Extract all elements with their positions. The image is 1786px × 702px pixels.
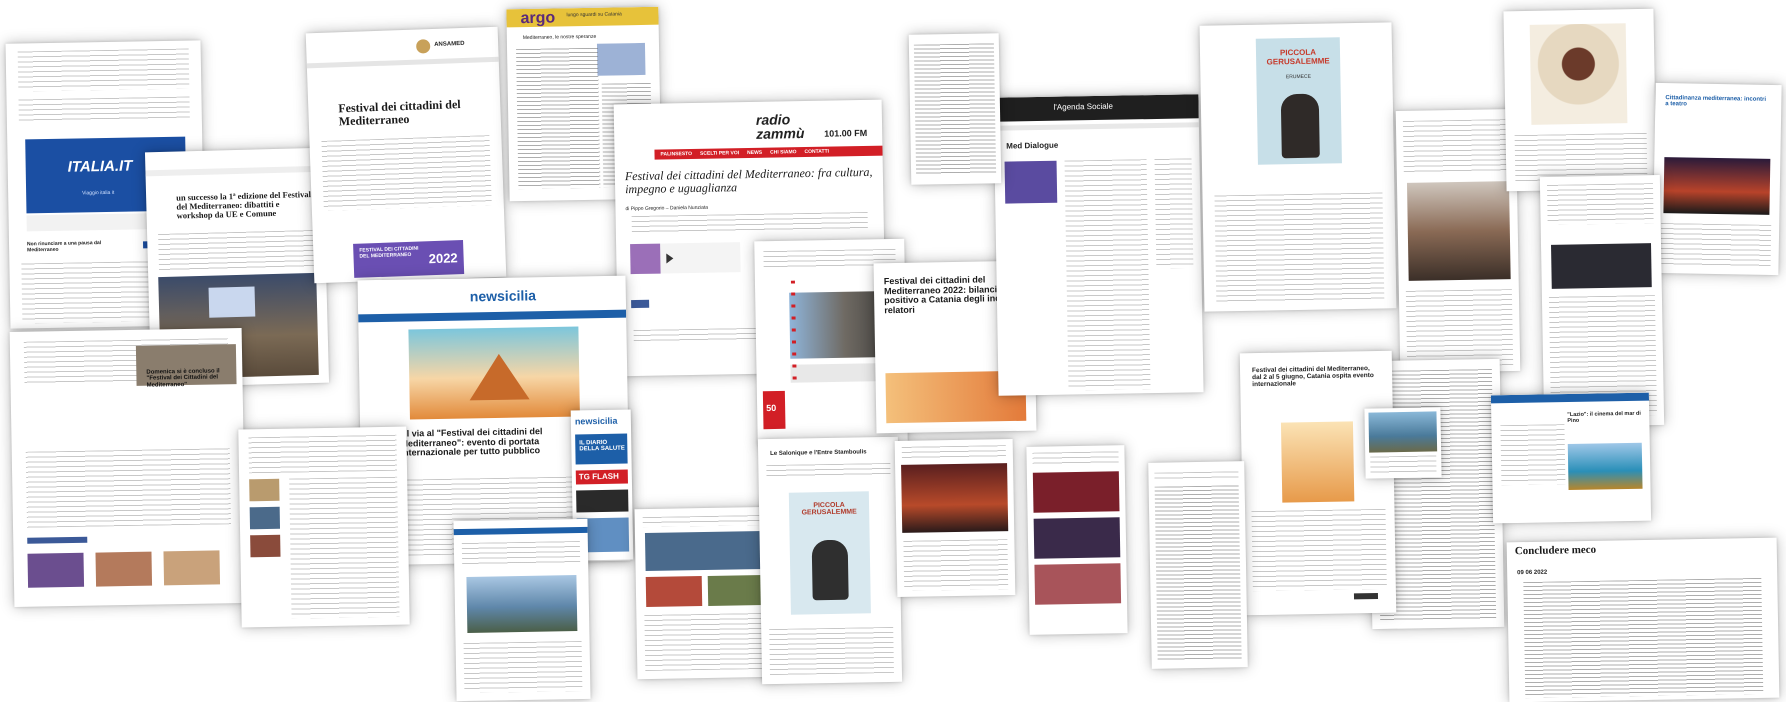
argo-title: Mediterraneo, le nostre speranze bbox=[522, 33, 597, 42]
share-row[interactable] bbox=[27, 536, 88, 544]
ansamed-nav[interactable] bbox=[306, 56, 499, 69]
card-sea-photo[interactable] bbox=[1364, 407, 1442, 479]
nav-chi-siamo[interactable]: CHI SIAMO bbox=[770, 149, 796, 155]
read-more-button[interactable] bbox=[1353, 592, 1379, 600]
card-cittadinanza[interactable]: Cittadinanza mediterranea: incontri a te… bbox=[1652, 82, 1782, 276]
concludere-date: 09 06 2022 bbox=[1517, 569, 1548, 577]
headline: un successo la 1ª edizione del Festival … bbox=[176, 189, 312, 221]
card-ansamed[interactable]: ANSAMED Festival dei cittadini del Medit… bbox=[305, 26, 507, 284]
card-agenda-sociale[interactable]: l'Agenda Sociale Med Dialogue bbox=[993, 94, 1204, 396]
agenda-brand: l'Agenda Sociale bbox=[1053, 101, 1114, 112]
card-portrait[interactable] bbox=[1395, 108, 1521, 374]
drawing-image bbox=[1529, 23, 1628, 125]
card-concert[interactable] bbox=[894, 438, 1016, 598]
radio-byline: di Pippo Gregorio – Daniela Nunziata bbox=[625, 204, 709, 213]
cittadinanza-headline: Cittadinanza mediterranea: incontri a te… bbox=[1665, 95, 1767, 108]
card-sicilia-bay[interactable] bbox=[453, 518, 591, 702]
agenda-nav[interactable] bbox=[993, 122, 1199, 131]
boat-photo bbox=[1567, 442, 1643, 491]
italia-logo: ITALIA.IT bbox=[67, 157, 133, 176]
thumb-2[interactable] bbox=[95, 551, 153, 587]
catania-headline: Festival dei cittadini del Mediterraneo,… bbox=[1251, 365, 1374, 389]
thumb-1[interactable] bbox=[27, 552, 85, 588]
newsicilia-nav[interactable] bbox=[358, 309, 627, 323]
book-cover-top: PICCOLA GERUSALEMME ERUMECE bbox=[1255, 37, 1342, 165]
card-arabic-grid[interactable] bbox=[634, 506, 776, 680]
card-lazio-cinema[interactable]: "Lazio": il cinema del mar di Pino bbox=[1490, 392, 1652, 524]
nav-palinsesto[interactable]: PALINSESTO bbox=[660, 151, 692, 158]
thumb-a[interactable] bbox=[249, 478, 280, 502]
newsicilia-logo: newsicilia bbox=[469, 287, 537, 305]
salonique-headline: Le Salonique e l'Entre Stamboulis bbox=[770, 449, 867, 458]
agenda-title: Med Dialogue bbox=[1006, 140, 1059, 151]
ansamed-headline: Festival dei cittadini del Mediterraneo bbox=[338, 97, 461, 129]
tg-flash[interactable]: TG FLASH bbox=[579, 472, 619, 482]
book-cover: PICCOLA GERUSALEMME bbox=[788, 491, 871, 615]
argo-logo: argo bbox=[520, 9, 556, 28]
poster-year: 2022 bbox=[428, 250, 458, 267]
radio-headline: Festival dei cittadini del Mediterraneo:… bbox=[624, 164, 873, 197]
nav-strip bbox=[145, 165, 324, 177]
card-concludere[interactable]: Concludere meco 09 06 2022 bbox=[1506, 537, 1780, 702]
argo-tag: lungo sguardi su Catania bbox=[566, 11, 622, 19]
news-photo bbox=[644, 530, 764, 572]
zammu-logo: zammù bbox=[756, 125, 805, 142]
audio-player[interactable] bbox=[630, 242, 741, 275]
man-portrait bbox=[1406, 181, 1511, 281]
podcast-cover bbox=[630, 243, 661, 275]
concludere-headline: Concludere meco bbox=[1514, 543, 1597, 558]
card-catania-live[interactable]: Festival dei cittadini del Mediterraneo,… bbox=[1239, 350, 1397, 616]
nav-contatti[interactable]: CONTATTI bbox=[804, 149, 829, 155]
theatre-photo bbox=[1663, 157, 1771, 215]
play-icon[interactable] bbox=[666, 253, 674, 264]
italia-lead: Non rinunciare a una pausa dal Mediterra… bbox=[26, 240, 102, 254]
nav-news[interactable]: NEWS bbox=[747, 150, 762, 156]
card-text-column[interactable] bbox=[238, 426, 410, 628]
lazio-nav[interactable] bbox=[1490, 392, 1650, 404]
book-top-author: ERUMECE bbox=[1285, 73, 1311, 81]
card-right-column[interactable] bbox=[1539, 174, 1665, 428]
collage-canvas: { "cards": { "italia": {"logo": "ITALIA.… bbox=[0, 0, 1786, 702]
ansamed-poster: FESTIVAL DEI CITTADINI DEL MEDITERRANEO … bbox=[353, 240, 465, 278]
thumb-3[interactable] bbox=[163, 550, 221, 586]
social-icons[interactable] bbox=[631, 299, 650, 309]
ansamed-brand: ANSAMED bbox=[434, 40, 465, 48]
card-stage[interactable] bbox=[1026, 445, 1128, 635]
card-top-text[interactable] bbox=[908, 33, 1002, 185]
lazio-headline: "Lazio": il cinema del mar di Pino bbox=[1567, 410, 1641, 425]
argo-illustration bbox=[596, 42, 646, 76]
book-title: PICCOLA GERUSALEMME bbox=[801, 501, 857, 517]
poster-title: FESTIVAL DEI CITTADINI DEL MEDITERRANEO bbox=[359, 245, 419, 260]
badge-value: 50 bbox=[766, 402, 777, 414]
card-book-review[interactable]: PICCOLA GERUSALEMME ERUMECE bbox=[1199, 22, 1397, 312]
volcano-illustration bbox=[408, 326, 580, 420]
card-festival-concluso[interactable]: Domenica si è concluso il "Festival dei … bbox=[9, 327, 247, 608]
card-salonique[interactable]: Le Salonique e l'Entre Stamboulis PICCOL… bbox=[757, 436, 903, 685]
headline: Domenica si è concluso il "Festival dei … bbox=[146, 368, 220, 389]
thumb-b[interactable] bbox=[249, 506, 281, 530]
thumb-c[interactable] bbox=[250, 534, 281, 558]
book-top-title: PICCOLA GERUSALEMME bbox=[1266, 47, 1330, 67]
italia-sub: Viaggio italia it bbox=[82, 189, 115, 197]
right-photo bbox=[1551, 243, 1652, 289]
promo-badge[interactable]: 50 bbox=[762, 390, 786, 430]
agenda-image bbox=[1004, 160, 1058, 204]
radio-nav[interactable]: PALINSESTO SCELTI PER VOI NEWS CHI SIAMO… bbox=[654, 145, 887, 160]
diario-salute[interactable]: IL DIARIO DELLA SALUTE bbox=[579, 440, 625, 452]
card-art-drawing[interactable] bbox=[1503, 8, 1657, 192]
concert-photo bbox=[901, 463, 1009, 533]
catania-poster bbox=[1280, 421, 1355, 503]
side-logo: newsicilia bbox=[574, 415, 618, 427]
nav-scelti[interactable]: SCELTI PER VOI bbox=[700, 150, 739, 157]
ansamed-logo-icon bbox=[415, 39, 431, 54]
card-mid-text[interactable] bbox=[1148, 461, 1248, 669]
bay-photo bbox=[466, 575, 578, 633]
radio-frequency: 101.00 FM bbox=[824, 127, 868, 139]
